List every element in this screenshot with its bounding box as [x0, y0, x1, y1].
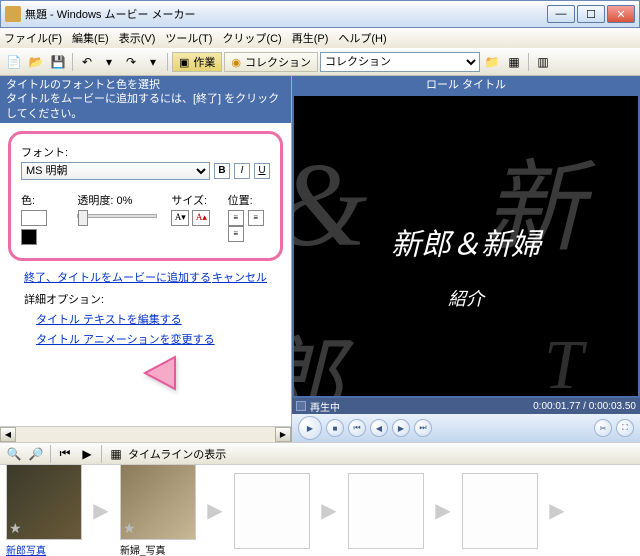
- open-icon[interactable]: 📂: [26, 52, 46, 72]
- main-toolbar: 📄 📂 💾 ↶ ▾ ↷ ▾ ▣作業 ◉コレクション コレクション 📁 ▦ ▥: [0, 48, 640, 76]
- menu-edit[interactable]: 編集(E): [72, 30, 109, 46]
- storyboard: ★ 新郎写真 ▶ ★ 新婦_写真 ▶ ▶ ▶ ▶: [0, 464, 640, 556]
- menu-play[interactable]: 再生(P): [292, 30, 329, 46]
- dropdown-icon[interactable]: ▾: [143, 52, 163, 72]
- transition-slot[interactable]: ▶: [432, 484, 454, 538]
- task-heading: タイトルのフォントと色を選択 タイトルをムービーに追加するには、[終了] をクリ…: [0, 76, 291, 123]
- menu-bar: ファイル(F) 編集(E) 表示(V) ツール(T) クリップ(C) 再生(P)…: [0, 28, 640, 48]
- done-link[interactable]: 終了、タイトルをムービーに追加する: [24, 269, 211, 285]
- transition-slot[interactable]: ▶: [546, 484, 568, 538]
- window-title: 無題 - Windows ムービー メーカー: [25, 6, 547, 22]
- size-increase-button[interactable]: A▴: [192, 210, 210, 226]
- transparency-value: 0%: [116, 195, 132, 207]
- font-color-panel: フォント: MS 明朝 B I U 色: 透明度: 0%: [8, 131, 283, 261]
- title-bar: 無題 - Windows ムービー メーカー ― ☐ ✕: [0, 0, 640, 28]
- preview-pane: ロール タイトル & 新 郎 T 新郎＆新婦 紹介 再生中 0:00:01.77…: [292, 76, 640, 442]
- transition-slot[interactable]: ▶: [90, 484, 112, 538]
- scroll-right-icon[interactable]: ▶: [275, 427, 291, 442]
- edit-title-animation-link[interactable]: タイトル アニメーションを変更する: [36, 331, 267, 347]
- status-text: 再生中: [310, 399, 340, 414]
- split-button[interactable]: ✂: [594, 419, 612, 437]
- preview-text-main: 新郎＆新婦: [391, 220, 541, 264]
- next-button[interactable]: ⏭: [414, 419, 432, 437]
- preview-viewport: & 新 郎 T 新郎＆新婦 紹介: [294, 96, 638, 396]
- zoom-in-icon[interactable]: 🔍: [4, 444, 24, 464]
- zoom-out-icon[interactable]: 🔎: [26, 444, 46, 464]
- size-decrease-button[interactable]: A▾: [171, 210, 189, 226]
- align-right-button[interactable]: ≡: [228, 226, 244, 242]
- maximize-button[interactable]: ☐: [577, 5, 605, 23]
- close-button[interactable]: ✕: [607, 5, 635, 23]
- clip-item[interactable]: ★: [6, 464, 82, 540]
- task-pane: タイトルのフォントと色を選択 タイトルをムービーに追加するには、[終了] をクリ…: [0, 76, 292, 442]
- playback-time: 0:00:01.77 / 0:00:03.50: [533, 401, 636, 412]
- collection-select[interactable]: コレクション: [320, 52, 480, 72]
- preview-title: ロール タイトル: [292, 76, 640, 94]
- new-icon[interactable]: 📄: [4, 52, 24, 72]
- transparency-slider[interactable]: [77, 214, 157, 218]
- dropdown-icon[interactable]: ▾: [99, 52, 119, 72]
- size-label: サイズ:: [171, 192, 213, 208]
- menu-tool[interactable]: ツール(T): [165, 30, 212, 46]
- scroll-left-icon[interactable]: ◀: [0, 427, 16, 442]
- italic-button[interactable]: I: [234, 163, 250, 179]
- playback-controls: ▶ ■ ⏮ ◀ ▶ ⏭ ✂ ⛶: [292, 414, 640, 442]
- align-center-button[interactable]: ≡: [248, 210, 264, 226]
- font-color-button[interactable]: [21, 210, 47, 226]
- view-icon[interactable]: ▦: [504, 52, 524, 72]
- transparency-label: 透明度:: [77, 195, 113, 207]
- transition-slot[interactable]: ▶: [318, 484, 340, 538]
- collections-button[interactable]: ◉コレクション: [224, 52, 318, 72]
- font-label: フォント:: [21, 144, 270, 160]
- preview-text-sub: 紹介: [448, 285, 484, 311]
- color-label: 色:: [21, 192, 63, 208]
- tasks-button[interactable]: ▣作業: [172, 52, 222, 72]
- menu-help[interactable]: ヘルプ(H): [338, 30, 386, 46]
- star-icon: ★: [123, 520, 136, 537]
- undo-icon[interactable]: ↶: [77, 52, 97, 72]
- fullscreen-button[interactable]: ⛶: [616, 419, 634, 437]
- prev-button[interactable]: ⏮: [348, 419, 366, 437]
- step-fwd-button[interactable]: ▶: [392, 419, 410, 437]
- timeline-toolbar: 🔍 🔎 ⏮ ▶ ▦ タイムラインの表示: [0, 442, 640, 464]
- menu-file[interactable]: ファイル(F): [4, 30, 62, 46]
- align-left-button[interactable]: ≡: [228, 210, 244, 226]
- star-icon: ★: [9, 520, 22, 537]
- play-timeline-icon[interactable]: ▶: [77, 444, 97, 464]
- timeline-view-icon[interactable]: ▦: [106, 444, 126, 464]
- edit-title-text-link[interactable]: タイトル テキストを編集する: [36, 311, 267, 327]
- clip-label[interactable]: 新郎写真: [6, 542, 82, 556]
- timeline-view-label[interactable]: タイムラインの表示: [128, 446, 226, 462]
- save-icon[interactable]: 💾: [48, 52, 68, 72]
- empty-clip-slot[interactable]: [234, 473, 310, 549]
- bg-color-button[interactable]: [21, 229, 37, 245]
- empty-clip-slot[interactable]: [348, 473, 424, 549]
- transition-slot[interactable]: ▶: [204, 484, 226, 538]
- minimize-button[interactable]: ―: [547, 5, 575, 23]
- font-select[interactable]: MS 明朝: [21, 162, 210, 180]
- step-back-button[interactable]: ◀: [370, 419, 388, 437]
- rewind-icon[interactable]: ⏮: [55, 444, 75, 464]
- options-heading: 詳細オプション:: [24, 291, 267, 307]
- up-icon[interactable]: 📁: [482, 52, 502, 72]
- preview-status-bar: 再生中 0:00:01.77 / 0:00:03.50: [292, 398, 640, 414]
- stop-button[interactable]: ■: [326, 419, 344, 437]
- menu-clip[interactable]: クリップ(C): [222, 30, 281, 46]
- arrow-annotation-icon: [140, 353, 180, 393]
- position-label: 位置:: [228, 192, 270, 208]
- menu-view[interactable]: 表示(V): [119, 30, 156, 46]
- horizontal-scrollbar[interactable]: ◀ ▶: [0, 426, 291, 442]
- properties-icon[interactable]: ▥: [533, 52, 553, 72]
- redo-icon[interactable]: ↷: [121, 52, 141, 72]
- clip-label: 新婦_写真: [120, 542, 196, 556]
- cancel-link[interactable]: キャンセル: [212, 269, 267, 285]
- app-icon: [5, 6, 21, 22]
- underline-button[interactable]: U: [254, 163, 270, 179]
- empty-clip-slot[interactable]: [462, 473, 538, 549]
- bold-button[interactable]: B: [214, 163, 230, 179]
- status-indicator-icon: [296, 401, 306, 411]
- play-button[interactable]: ▶: [298, 416, 322, 440]
- clip-item[interactable]: ★: [120, 464, 196, 540]
